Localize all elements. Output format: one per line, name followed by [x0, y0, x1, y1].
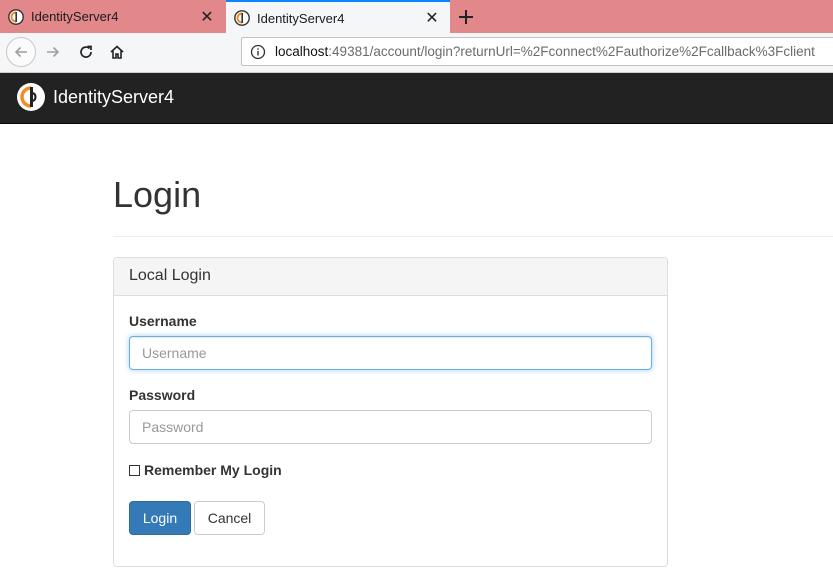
remember-login-checkbox[interactable] — [129, 464, 140, 476]
username-label: Username — [129, 313, 197, 329]
address-bar[interactable]: localhost:49381/account/login?returnUrl=… — [241, 37, 833, 66]
login-button[interactable]: Login — [129, 501, 191, 535]
tab-bar: IdentityServer4 ✕ IdentityServer4 ✕ — [0, 0, 833, 34]
tab-identityserver-2[interactable]: IdentityServer4 ✕ — [226, 0, 450, 34]
address-url: localhost:49381/account/login?returnUrl=… — [275, 44, 815, 59]
new-tab-button[interactable] — [452, 3, 480, 31]
close-tab-icon[interactable]: ✕ — [197, 7, 217, 27]
password-input[interactable] — [129, 410, 652, 444]
panel-heading: Local Login — [114, 258, 667, 296]
page-title: Login — [113, 174, 202, 215]
tab-title: IdentityServer4 — [257, 10, 345, 26]
password-label: Password — [129, 387, 196, 403]
brand-link[interactable]: IdentityServer4 — [16, 82, 174, 112]
arrow-right-icon — [47, 46, 60, 58]
arrow-left-icon — [14, 46, 27, 58]
browser-toolbar: localhost:49381/account/login?returnUrl=… — [0, 33, 833, 73]
address-path: :49381/account/login?returnUrl=%2Fconnec… — [328, 44, 815, 59]
close-tab-icon[interactable]: ✕ — [422, 8, 442, 28]
brand-name: IdentityServer4 — [53, 86, 175, 107]
identityserver-favicon-icon — [234, 10, 250, 26]
identityserver-logo-icon — [17, 83, 45, 111]
info-icon[interactable] — [250, 44, 266, 60]
page-header-divider — [113, 236, 833, 237]
home-icon — [110, 45, 124, 59]
reload-icon — [80, 45, 92, 58]
tab-identityserver-1[interactable]: IdentityServer4 ✕ — [0, 0, 225, 33]
home-button[interactable] — [102, 37, 132, 67]
remember-login-row: Remember My Login — [129, 462, 282, 478]
local-login-panel: Local Login Username Password Remember M… — [113, 257, 668, 567]
username-input[interactable] — [129, 336, 652, 370]
identityserver-favicon-icon — [8, 8, 24, 25]
address-host: localhost — [275, 44, 329, 59]
cancel-button[interactable]: Cancel — [194, 501, 265, 535]
back-button[interactable] — [6, 37, 36, 67]
reload-button[interactable] — [71, 37, 101, 67]
forward-button[interactable] — [38, 37, 68, 67]
site-navbar: IdentityServer4 — [0, 73, 833, 124]
plus-icon — [459, 10, 473, 24]
tab-title: IdentityServer4 — [31, 9, 119, 24]
remember-login-label[interactable]: Remember My Login — [144, 462, 282, 478]
